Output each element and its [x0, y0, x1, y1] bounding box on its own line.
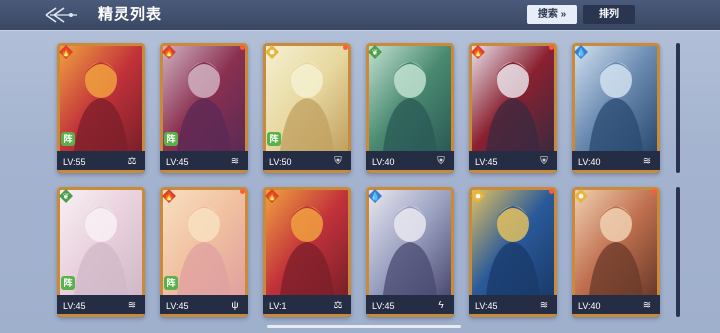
spirit-card[interactable]: LV:45 ≋ 🔥 阵 — [160, 43, 248, 173]
wave-icon: ≋ — [642, 156, 652, 167]
svg-text:🔥: 🔥 — [473, 47, 483, 57]
level-label: LV:45 — [475, 301, 498, 311]
scroll-indicator[interactable] — [267, 325, 461, 328]
spirit-card[interactable]: LV:40 ≋ 💧 — [572, 43, 660, 173]
level-label: LV:40 — [578, 301, 601, 311]
bolt-icon: ϟ — [438, 300, 444, 311]
next-card-edge — [676, 43, 680, 173]
formation-badge: 阵 — [164, 132, 178, 146]
level-label: LV:40 — [578, 157, 601, 167]
next-card-edge — [676, 187, 680, 317]
new-dot-indicator — [240, 45, 245, 50]
shield-icon: ⛨ — [540, 156, 548, 167]
level-label: LV:50 — [269, 157, 292, 167]
spirit-card[interactable]: LV:45 ψ 🔥 阵 — [160, 187, 248, 317]
svg-text:🔥: 🔥 — [267, 191, 277, 201]
new-dot-indicator — [549, 45, 554, 50]
shield-icon: ⛨ — [334, 156, 342, 167]
spirit-card[interactable]: LV:45 ϟ 💧 — [366, 187, 454, 317]
level-label: LV:45 — [63, 301, 86, 311]
spirit-card[interactable]: LV:1 ⚖ 🔥 — [263, 187, 351, 317]
water-element-icon: 💧 — [574, 45, 588, 59]
svg-text:🔥: 🔥 — [61, 47, 71, 57]
fire-element-icon: 🔥 — [471, 45, 485, 59]
svg-text:✸: ✸ — [578, 192, 585, 201]
wave-icon: ≋ — [230, 156, 240, 167]
spirit-card[interactable]: LV:50 ⛨ ✸ 阵 — [263, 43, 351, 173]
shield-icon: ⛨ — [437, 156, 445, 167]
level-label: LV:45 — [166, 301, 189, 311]
trident-icon: ψ — [231, 300, 239, 311]
formation-badge: 阵 — [164, 276, 178, 290]
light-element-icon: ✸ — [574, 189, 588, 203]
spirit-card[interactable]: LV:45 ⛨ 🔥 — [469, 43, 557, 173]
svg-text:❦: ❦ — [63, 192, 70, 201]
svg-text:✸: ✸ — [269, 48, 276, 57]
fire-element-icon: 🔥 — [162, 189, 176, 203]
wave-icon: ≋ — [642, 300, 652, 311]
grass-element-icon: ❦ — [368, 45, 382, 59]
fire-element-icon: 🔥 — [265, 189, 279, 203]
formation-badge: 阵 — [61, 132, 75, 146]
svg-text:❦: ❦ — [372, 48, 379, 57]
scales-icon: ⚖ — [333, 300, 343, 311]
level-label: LV:45 — [475, 157, 498, 167]
svg-text:🔥: 🔥 — [164, 47, 174, 57]
level-label: LV:45 — [166, 157, 189, 167]
level-label: LV:55 — [63, 157, 86, 167]
spirit-card[interactable]: LV:55 ⚖ 🔥 阵 — [57, 43, 145, 173]
fire-element-icon: 🔥 — [59, 45, 73, 59]
fire-element-icon: 🔥 — [162, 45, 176, 59]
spirit-card[interactable]: LV:45 ≋ ✸ — [469, 187, 557, 317]
scales-icon: ⚖ — [127, 156, 137, 167]
svg-text:🔥: 🔥 — [164, 191, 174, 201]
new-dot-indicator — [343, 45, 348, 50]
wave-icon: ≋ — [539, 300, 549, 311]
light-element-icon: ✸ — [471, 189, 485, 203]
wave-icon: ≋ — [127, 300, 137, 311]
svg-text:✸: ✸ — [475, 192, 482, 201]
spirit-card[interactable]: LV:45 ≋ ❦ 阵 — [57, 187, 145, 317]
formation-badge: 阵 — [267, 132, 281, 146]
svg-text:💧: 💧 — [576, 47, 586, 57]
water-element-icon: 💧 — [368, 189, 382, 203]
level-label: LV:40 — [372, 157, 395, 167]
level-label: LV:45 — [372, 301, 395, 311]
level-label: LV:1 — [269, 301, 287, 311]
light-element-icon: ✸ — [265, 45, 279, 59]
new-dot-indicator — [549, 189, 554, 194]
new-dot-indicator — [652, 189, 657, 194]
grass-element-icon: ❦ — [59, 189, 73, 203]
formation-badge: 阵 — [61, 276, 75, 290]
new-dot-indicator — [240, 189, 245, 194]
spirit-card[interactable]: LV:40 ⛨ ❦ — [366, 43, 454, 173]
spirit-grid: LV:55 ⚖ 🔥 阵 LV:45 ≋ 🔥 阵 LV:50 ⛨ ✸ 阵 LV:40 ⛨ ❦ LV:45 ⛨ 🔥 LV… — [0, 0, 720, 333]
svg-text:💧: 💧 — [370, 191, 380, 201]
spirit-card[interactable]: LV:40 ≋ ✸ — [572, 187, 660, 317]
